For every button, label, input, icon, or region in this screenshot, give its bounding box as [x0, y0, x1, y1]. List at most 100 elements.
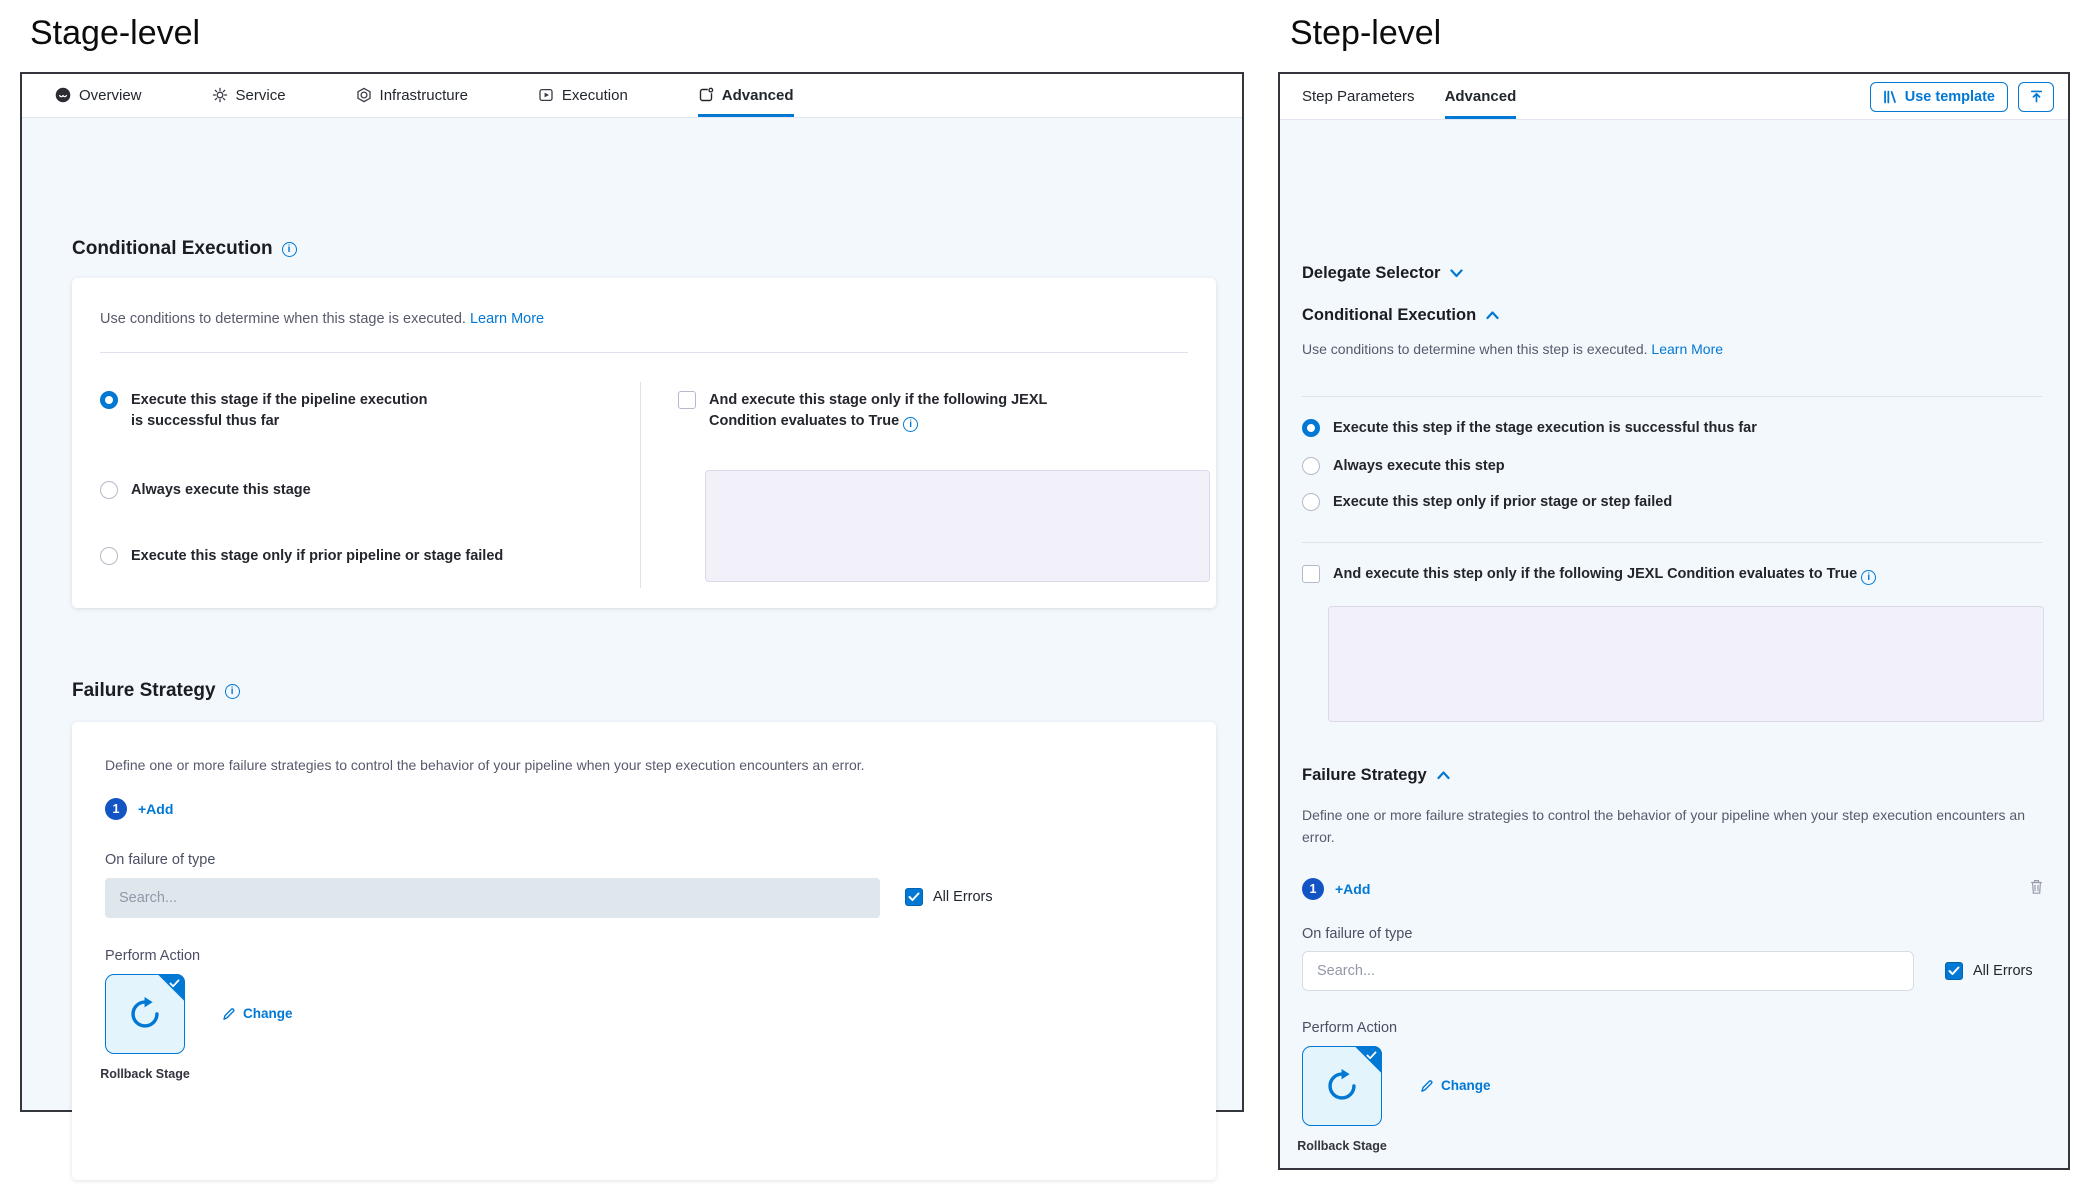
delete-strategy-button[interactable] [2029, 878, 2044, 900]
use-template-label: Use template [1905, 89, 1995, 105]
step-level-title: Step-level [1290, 14, 1441, 53]
check-icon [1366, 1051, 1377, 1060]
heading-text: Conditional Execution [1302, 306, 1476, 325]
radio-option-always[interactable]: Always execute this step [1302, 456, 1505, 477]
radio-icon [1302, 457, 1320, 475]
overview-icon [55, 87, 71, 103]
learn-more-link[interactable]: Learn More [1651, 341, 1723, 357]
infrastructure-icon [356, 87, 372, 103]
stage-conditional-execution-card: Use conditions to determine when this st… [72, 278, 1216, 608]
change-action-link[interactable]: Change [222, 1006, 293, 1021]
info-icon[interactable]: i [903, 417, 918, 432]
radio-label: Execute this stage if the pipeline execu… [131, 390, 430, 432]
advanced-icon [698, 87, 714, 103]
radio-option-success[interactable]: Execute this stage if the pipeline execu… [100, 390, 430, 432]
gear-icon [212, 87, 228, 103]
stage-tabbar: Overview Service Infrastructure Executio… [22, 74, 1242, 118]
delegate-selector-header[interactable]: Delegate Selector [1302, 264, 1463, 283]
failure-type-search-input[interactable] [1302, 951, 1914, 991]
rollback-icon [1321, 1065, 1363, 1107]
checkbox-label: And execute this step only if the follow… [1333, 564, 1876, 585]
check-icon [1948, 966, 1960, 976]
radio-label: Execute this step if the stage execution… [1333, 418, 1757, 439]
jexl-condition-checkbox[interactable]: And execute this stage only if the follo… [678, 390, 1108, 432]
perform-action-label: Perform Action [105, 948, 200, 964]
tab-execution[interactable]: Execution [538, 74, 628, 117]
page: { "colors": { "accent": "#0278d5", "acce… [0, 0, 2087, 1189]
tab-advanced[interactable]: Advanced [1445, 74, 1517, 119]
radio-option-failed[interactable]: Execute this step only if prior stage or… [1302, 492, 1672, 513]
step-panel: Step Parameters Advanced Use template De… [1278, 72, 2070, 1170]
tab-overview[interactable]: Overview [55, 74, 142, 117]
strategy-count-badge[interactable]: 1 [1302, 878, 1324, 900]
checked-checkbox-icon [1945, 962, 1963, 980]
info-icon[interactable]: i [1861, 570, 1876, 585]
rollback-stage-tile[interactable] [1302, 1046, 1382, 1126]
radio-icon [100, 481, 118, 499]
change-action-link[interactable]: Change [1420, 1078, 1491, 1093]
heading-text: Failure Strategy [72, 680, 216, 702]
checkbox-label-text: And execute this step only if the follow… [1333, 566, 1857, 582]
failure-type-search-input[interactable] [105, 878, 880, 918]
vertical-divider [640, 382, 641, 588]
radio-option-success[interactable]: Execute this step if the stage execution… [1302, 418, 1757, 439]
add-strategy-button[interactable]: +Add [138, 801, 173, 817]
heading-text: Delegate Selector [1302, 264, 1440, 283]
tab-label: Overview [79, 87, 142, 104]
step-conditional-execution-header[interactable]: Conditional Execution [1302, 306, 1499, 325]
execution-icon [538, 87, 554, 103]
jexl-condition-checkbox[interactable]: And execute this step only if the follow… [1302, 564, 1876, 585]
chevron-up-icon [1437, 771, 1450, 780]
stage-failure-strategy-card: Define one or more failure strategies to… [72, 722, 1216, 1180]
divider [1302, 396, 2042, 397]
radio-label: Execute this stage only if prior pipelin… [131, 546, 503, 567]
conditional-execution-description: Use conditions to determine when this st… [1302, 338, 1723, 360]
rollback-stage-tile[interactable] [105, 974, 185, 1054]
tab-infrastructure[interactable]: Infrastructure [356, 74, 468, 117]
failure-strategy-description: Define one or more failure strategies to… [1302, 804, 2032, 848]
radio-option-failed[interactable]: Execute this stage only if prior pipelin… [100, 546, 503, 567]
jexl-condition-textarea[interactable] [705, 470, 1210, 582]
step-failure-strategy-header[interactable]: Failure Strategy [1302, 766, 1450, 785]
use-template-button[interactable]: Use template [1870, 82, 2008, 112]
info-icon[interactable]: i [282, 242, 297, 257]
strategy-add-row: 1 +Add [105, 798, 173, 820]
tab-service[interactable]: Service [212, 74, 286, 117]
step-tabbar: Step Parameters Advanced Use template [1280, 74, 2068, 120]
change-label: Change [1441, 1078, 1491, 1093]
tab-advanced[interactable]: Advanced [698, 74, 794, 117]
on-failure-label: On failure of type [105, 852, 215, 868]
divider [1302, 542, 2042, 543]
change-label: Change [243, 1006, 293, 1021]
all-errors-checkbox[interactable]: All Errors [905, 887, 993, 906]
description-text: Use conditions to determine when this st… [1302, 341, 1648, 357]
trash-icon [2029, 878, 2044, 895]
radio-icon [100, 547, 118, 565]
save-as-template-button[interactable] [2018, 82, 2054, 112]
strategy-count-badge[interactable]: 1 [105, 798, 127, 820]
description-text: Use conditions to determine when this st… [100, 311, 466, 327]
divider [100, 352, 1188, 353]
conditional-execution-description: Use conditions to determine when this st… [100, 308, 544, 330]
all-errors-label: All Errors [933, 889, 993, 905]
jexl-condition-textarea[interactable] [1328, 606, 2044, 722]
info-icon[interactable]: i [225, 684, 240, 699]
perform-action-label: Perform Action [1302, 1020, 1397, 1036]
radio-label: Always execute this stage [131, 480, 311, 501]
failure-strategy-description: Define one or more failure strategies to… [105, 754, 865, 776]
heading-text: Conditional Execution [72, 238, 273, 260]
pencil-icon [1420, 1079, 1434, 1093]
add-strategy-button[interactable]: +Add [1335, 881, 1370, 897]
check-icon [908, 892, 920, 902]
pencil-icon [222, 1007, 236, 1021]
checked-checkbox-icon [905, 888, 923, 906]
tab-step-parameters[interactable]: Step Parameters [1302, 74, 1415, 119]
stage-panel: Overview Service Infrastructure Executio… [20, 72, 1244, 1112]
all-errors-checkbox[interactable]: All Errors [1945, 961, 2033, 980]
learn-more-link[interactable]: Learn More [470, 311, 544, 327]
heading-text: Failure Strategy [1302, 766, 1427, 785]
radio-option-always[interactable]: Always execute this stage [100, 480, 311, 501]
radio-selected-icon [1302, 419, 1320, 437]
radio-label: Always execute this step [1333, 456, 1505, 477]
action-name-label: Rollback Stage [92, 1066, 198, 1083]
